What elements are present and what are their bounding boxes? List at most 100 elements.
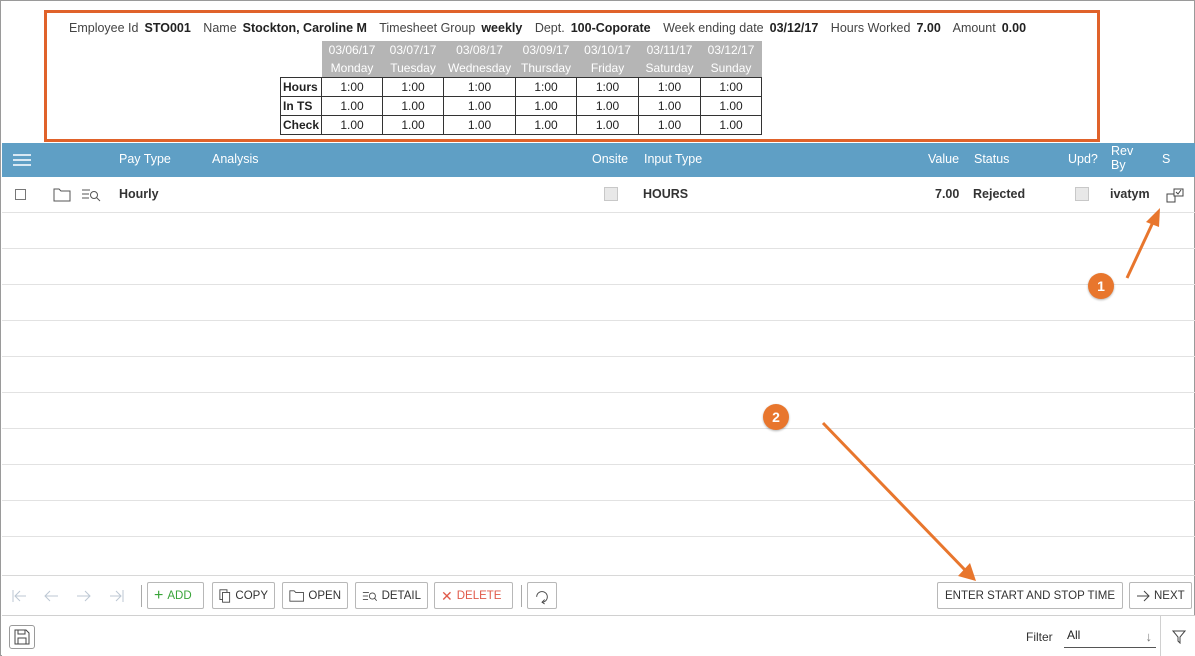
status-cell: Rejected (973, 187, 1026, 201)
hours-worked-value: 7.00 (916, 21, 941, 35)
open-button[interactable]: OPEN (282, 582, 348, 609)
day-header: Tuesday (382, 59, 444, 77)
table-cell: 1.00 (382, 95, 445, 116)
date-header: 03/12/17 (700, 41, 762, 59)
empty-row (2, 429, 1195, 465)
timesheet-group-label: Timesheet Group (379, 21, 476, 35)
name-value: Stockton, Caroline M (242, 21, 367, 35)
column-header-input-type[interactable]: Input Type (644, 152, 702, 166)
table-cell: 1:00 (382, 76, 445, 97)
next-label: NEXT (1154, 589, 1185, 602)
column-header-status[interactable]: Status (974, 152, 1009, 166)
day-header: Saturday (638, 59, 701, 77)
column-header-value[interactable]: Value (928, 152, 959, 166)
empty-row (2, 501, 1195, 537)
table-cell: 1.00 (576, 95, 640, 116)
copy-icon (219, 588, 231, 603)
week-ending-label: Week ending date (663, 21, 764, 35)
folder-icon[interactable] (53, 187, 71, 202)
day-header: Thursday (515, 59, 577, 77)
filter-label: Filter (1026, 630, 1053, 644)
table-cell: 1.00 (638, 114, 702, 135)
check-row: Check 1.00 1.00 1.00 1.00 1.00 1.00 1.00 (279, 114, 763, 135)
table-row[interactable]: Hourly HOURS 7.00 Rejected ivatym (2, 177, 1195, 213)
pay-type-cell: Hourly (119, 187, 159, 201)
table-cell: 1.00 (443, 95, 517, 116)
row-select-checkbox[interactable] (15, 189, 26, 200)
date-header: 03/06/17 (321, 41, 383, 59)
detail-search-icon[interactable] (81, 187, 101, 202)
column-header-rev-by-line2[interactable]: By (1111, 158, 1126, 172)
callout-badge-1: 1 (1088, 273, 1114, 299)
name-label: Name (203, 21, 237, 35)
date-header: 03/10/17 (576, 41, 639, 59)
dept-value: 100-Coporate (570, 21, 651, 35)
table-cell: 1.00 (515, 95, 578, 116)
dept-label: Dept. (534, 21, 565, 35)
filter-button[interactable] (1160, 616, 1195, 656)
table-cell: 1.00 (638, 95, 702, 116)
row-label: Check (279, 114, 323, 135)
filter-select[interactable]: All ↓ (1064, 626, 1156, 648)
day-header: Friday (576, 59, 639, 77)
close-icon: ✕ (441, 587, 453, 604)
column-header-s[interactable]: S (1162, 152, 1170, 166)
previous-record-button[interactable] (36, 582, 66, 609)
next-button[interactable]: NEXT (1129, 582, 1192, 609)
empty-row (2, 321, 1195, 357)
column-header-rev-by-line1[interactable]: Rev (1111, 144, 1133, 158)
open-label: OPEN (308, 589, 341, 602)
employee-id-value: STO001 (144, 21, 191, 35)
column-header-onsite[interactable]: Onsite (592, 152, 628, 166)
start-stop-time-icon[interactable] (1166, 188, 1184, 203)
next-record-button[interactable] (69, 582, 99, 609)
add-button[interactable]: + ADD (147, 582, 204, 609)
table-cell: 1.00 (321, 114, 384, 135)
table-cell: 1:00 (700, 76, 763, 97)
detail-label: DETAIL (381, 589, 421, 602)
date-header: 03/08/17 (443, 41, 516, 59)
first-record-button[interactable] (4, 582, 34, 609)
empty-row (2, 285, 1195, 321)
last-record-button[interactable] (102, 582, 132, 609)
enter-start-stop-time-label: ENTER START AND STOP TIME (945, 589, 1115, 602)
plus-icon: + (154, 586, 164, 604)
table-cell: 1:00 (576, 76, 640, 97)
empty-row (2, 357, 1195, 393)
copy-button[interactable]: COPY (212, 582, 275, 609)
day-header: Sunday (700, 59, 762, 77)
column-header-analysis[interactable]: Analysis (212, 152, 259, 166)
table-cell: 1.00 (443, 114, 517, 135)
empty-row (2, 213, 1195, 249)
empty-row (2, 393, 1195, 429)
refresh-button[interactable] (527, 582, 557, 609)
delete-button[interactable]: ✕ DELETE (434, 582, 513, 609)
funnel-icon (1171, 630, 1186, 644)
day-header: Wednesday (443, 59, 516, 77)
date-header: 03/09/17 (515, 41, 577, 59)
timesheet-group-value: weekly (481, 21, 523, 35)
detail-button[interactable]: DETAIL (355, 582, 428, 609)
arrow-down-icon: ↓ (1145, 629, 1153, 644)
table-corner (281, 41, 322, 59)
enter-start-stop-time-button[interactable]: ENTER START AND STOP TIME (937, 582, 1123, 609)
day-header-row: Monday Tuesday Wednesday Thursday Friday… (281, 59, 762, 77)
row-label: Hours (279, 76, 323, 97)
callout-badge-2: 2 (763, 404, 789, 430)
table-cell: 1:00 (638, 76, 702, 97)
save-icon (14, 629, 30, 645)
week-ending-value: 03/12/17 (769, 21, 819, 35)
detail-search-icon (362, 591, 378, 601)
row-label: In TS (279, 95, 323, 116)
hours-row: Hours 1:00 1:00 1:00 1:00 1:00 1:00 1:00 (279, 76, 763, 97)
column-header-pay-type[interactable]: Pay Type (119, 152, 171, 166)
table-cell: 1.00 (515, 114, 578, 135)
hamburger-menu-icon[interactable] (13, 154, 31, 166)
filter-value: All (1067, 628, 1081, 642)
column-header-upd[interactable]: Upd? (1068, 152, 1098, 166)
timesheet-summary-panel: Employee Id STO001 Name Stockton, Caroline… (44, 10, 1100, 142)
arrow-right-icon (77, 590, 91, 601)
onsite-checkbox (604, 187, 618, 201)
folder-icon (289, 589, 304, 602)
save-button[interactable] (9, 625, 35, 649)
